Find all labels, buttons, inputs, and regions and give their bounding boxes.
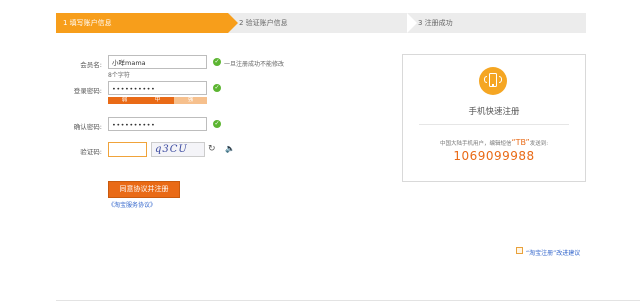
refresh-icon[interactable]: ↻ — [208, 144, 218, 154]
progress-steps: 1 填写账户信息 2 验证账户信息 3 注册成功 — [56, 13, 586, 33]
step-register-success: 3 注册成功 — [418, 19, 453, 27]
feedback-icon — [516, 247, 523, 254]
step-verify-account: 2 验证账户信息 — [239, 19, 288, 27]
footer-divider — [56, 300, 640, 301]
mobile-register-instructions: 中国大陆手机用户，编辑短信“TB”发送到: — [403, 138, 585, 147]
strength-weak: 弱 — [108, 97, 141, 104]
agree-and-register-button[interactable]: 同意协议并注册 — [108, 181, 180, 198]
feedback-link[interactable]: “淘宝注册”改进建议 — [526, 248, 580, 257]
member-name-hint: 一旦注册成功不能修改 — [224, 61, 285, 68]
member-valid-check-icon: ✓ — [213, 58, 221, 66]
sms-instruction-prefix: 中国大陆手机用户，编辑短信 — [439, 141, 512, 147]
password-strength-meter: 弱 中 强 — [108, 97, 207, 104]
confirm-valid-check-icon: ✓ — [213, 120, 221, 128]
password-valid-check-icon: ✓ — [213, 84, 221, 92]
sms-number: 1069099988 — [453, 149, 535, 163]
member-name-char-count: 8个字符 — [108, 72, 130, 79]
mobile-register-panel: 手机快速注册 中国大陆手机用户，编辑短信“TB”发送到: 1069099988 — [402, 54, 586, 182]
phone-icon — [479, 67, 507, 95]
captcha-label: 验证码: — [80, 148, 102, 156]
sms-code: “TB” — [511, 138, 530, 147]
divider — [419, 124, 569, 125]
confirm-password-label: 确认密码: — [73, 123, 102, 131]
sound-icon[interactable]: 🔈 — [225, 144, 235, 154]
confirm-password-input[interactable]: •••••••••• — [108, 117, 207, 131]
captcha-image[interactable]: q3CU — [151, 142, 205, 157]
strength-strong: 强 — [174, 97, 207, 104]
password-label: 登录密码: — [73, 87, 102, 95]
member-name-label: 会员名: — [80, 61, 102, 69]
sms-instruction-suffix: 发送到: — [529, 141, 549, 147]
member-name-input[interactable]: 小咩mama — [108, 55, 207, 69]
mobile-register-title: 手机快速注册 — [468, 107, 520, 117]
strength-medium: 中 — [141, 97, 174, 104]
captcha-input[interactable] — [108, 142, 147, 157]
step-fill-account: 1 填写账户信息 — [56, 13, 238, 33]
service-agreement-link[interactable]: 《淘宝服务协议》 — [108, 200, 156, 209]
step-separator — [407, 13, 417, 33]
password-input[interactable]: •••••••••• — [108, 81, 207, 95]
